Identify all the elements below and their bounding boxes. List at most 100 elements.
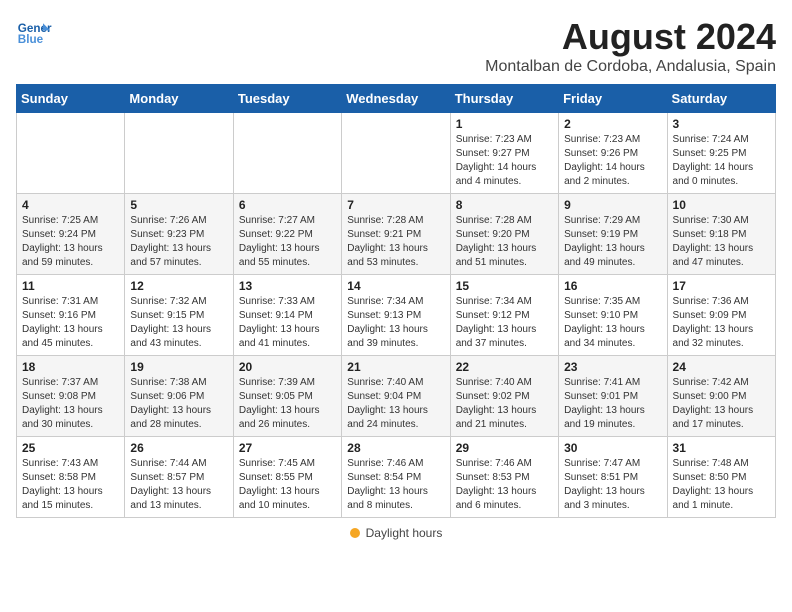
- day-info: Sunrise: 7:30 AM Sunset: 9:18 PM Dayligh…: [673, 214, 770, 270]
- calendar-cell: 26 Sunrise: 7:44 AM Sunset: 8:57 PM Dayli…: [125, 437, 233, 518]
- day-number: 16: [564, 279, 661, 293]
- calendar-week-3: 11Sunrise: 7:31 AM Sunset: 9:16 PM Dayli…: [17, 275, 776, 356]
- day-info: Sunrise: 7:34 AM Sunset: 9:13 PM Dayligh…: [347, 295, 444, 351]
- calendar-cell: 16 Sunrise: 7:35 AM Sunset: 9:10 PM Dayli…: [559, 275, 667, 356]
- day-info: Sunrise: 7:40 AM Sunset: 9:02 PM Dayligh…: [456, 376, 553, 432]
- calendar-week-5: 25Sunrise: 7:43 AM Sunset: 8:58 PM Dayli…: [17, 437, 776, 518]
- daylight-legend-item: Daylight hours: [350, 526, 443, 540]
- calendar-cell: 7 Sunrise: 7:28 AM Sunset: 9:21 PM Daylig…: [342, 194, 450, 275]
- calendar-cell: 17 Sunrise: 7:36 AM Sunset: 9:09 PM Dayli…: [667, 275, 775, 356]
- calendar-cell: 14Sunrise: 7:34 AM Sunset: 9:13 PM Dayli…: [342, 275, 450, 356]
- day-info: Sunrise: 7:28 AM Sunset: 9:21 PM Dayligh…: [347, 214, 444, 270]
- calendar-cell: 30Sunrise: 7:47 AM Sunset: 8:51 PM Dayli…: [559, 437, 667, 518]
- day-info: Sunrise: 7:42 AM Sunset: 9:00 PM Dayligh…: [673, 376, 770, 432]
- day-number: 18: [22, 360, 119, 374]
- calendar-header-row: SundayMondayTuesdayWednesdayThursdayFrid…: [17, 85, 776, 113]
- day-info: Sunrise: 7:32 AM Sunset: 9:15 PM Dayligh…: [130, 295, 227, 351]
- calendar-cell: 2Sunrise: 7:23 AM Sunset: 9:26 PM Daylig…: [559, 113, 667, 194]
- day-info: Sunrise: 7:44 AM Sunset: 8:57 PM Dayligh…: [130, 457, 227, 513]
- day-info: Sunrise: 7:29 AM Sunset: 9:19 PM Dayligh…: [564, 214, 661, 270]
- day-info: Sunrise: 7:40 AM Sunset: 9:04 PM Dayligh…: [347, 376, 444, 432]
- day-number: 19: [130, 360, 227, 374]
- day-number: 13: [239, 279, 336, 293]
- day-number: 24: [673, 360, 770, 374]
- day-info: Sunrise: 7:25 AM Sunset: 9:24 PM Dayligh…: [22, 214, 119, 270]
- calendar-body: 1 Sunrise: 7:23 AM Sunset: 9:27 PM Daylig…: [17, 113, 776, 518]
- calendar-cell: [233, 113, 341, 194]
- day-info: Sunrise: 7:48 AM Sunset: 8:50 PM Dayligh…: [673, 457, 770, 513]
- calendar-week-1: 1 Sunrise: 7:23 AM Sunset: 9:27 PM Daylig…: [17, 113, 776, 194]
- calendar-cell: 8 Sunrise: 7:28 AM Sunset: 9:20 PM Daylig…: [450, 194, 558, 275]
- calendar-cell: 6 Sunrise: 7:27 AM Sunset: 9:22 PM Daylig…: [233, 194, 341, 275]
- calendar-cell: 13Sunrise: 7:33 AM Sunset: 9:14 PM Dayli…: [233, 275, 341, 356]
- calendar-header-sunday: Sunday: [17, 85, 125, 113]
- calendar-header-monday: Monday: [125, 85, 233, 113]
- calendar-cell: 9 Sunrise: 7:29 AM Sunset: 9:19 PM Daylig…: [559, 194, 667, 275]
- calendar-week-4: 18Sunrise: 7:37 AM Sunset: 9:08 PM Dayli…: [17, 356, 776, 437]
- main-title: August 2024: [485, 16, 776, 58]
- day-info: Sunrise: 7:41 AM Sunset: 9:01 PM Dayligh…: [564, 376, 661, 432]
- calendar-cell: 5 Sunrise: 7:26 AM Sunset: 9:23 PM Daylig…: [125, 194, 233, 275]
- calendar-cell: 12 Sunrise: 7:32 AM Sunset: 9:15 PM Dayli…: [125, 275, 233, 356]
- day-number: 7: [347, 198, 444, 212]
- calendar-cell: [17, 113, 125, 194]
- day-number: 29: [456, 441, 553, 455]
- day-number: 17: [673, 279, 770, 293]
- calendar-cell: 21Sunrise: 7:40 AM Sunset: 9:04 PM Dayli…: [342, 356, 450, 437]
- day-number: 6: [239, 198, 336, 212]
- calendar-header-wednesday: Wednesday: [342, 85, 450, 113]
- day-info: Sunrise: 7:34 AM Sunset: 9:12 PM Dayligh…: [456, 295, 553, 351]
- calendar-cell: [125, 113, 233, 194]
- day-info: Sunrise: 7:31 AM Sunset: 9:16 PM Dayligh…: [22, 295, 119, 351]
- day-info: Sunrise: 7:46 AM Sunset: 8:54 PM Dayligh…: [347, 457, 444, 513]
- day-info: Sunrise: 7:28 AM Sunset: 9:20 PM Dayligh…: [456, 214, 553, 270]
- day-number: 8: [456, 198, 553, 212]
- day-number: 2: [564, 117, 661, 131]
- day-info: Sunrise: 7:23 AM Sunset: 9:27 PM Dayligh…: [456, 133, 553, 189]
- svg-text:Blue: Blue: [18, 33, 44, 46]
- day-number: 12: [130, 279, 227, 293]
- day-number: 5: [130, 198, 227, 212]
- calendar-cell: 3Sunrise: 7:24 AM Sunset: 9:25 PM Daylig…: [667, 113, 775, 194]
- calendar-cell: 11Sunrise: 7:31 AM Sunset: 9:16 PM Dayli…: [17, 275, 125, 356]
- day-number: 31: [673, 441, 770, 455]
- subtitle: Montalban de Cordoba, Andalusia, Spain: [485, 58, 776, 76]
- calendar-cell: 29 Sunrise: 7:46 AM Sunset: 8:53 PM Dayli…: [450, 437, 558, 518]
- day-number: 15: [456, 279, 553, 293]
- calendar-header-thursday: Thursday: [450, 85, 558, 113]
- calendar-cell: [342, 113, 450, 194]
- calendar-cell: 24 Sunrise: 7:42 AM Sunset: 9:00 PM Dayli…: [667, 356, 775, 437]
- legend: Daylight hours: [16, 526, 776, 540]
- calendar-cell: 20Sunrise: 7:39 AM Sunset: 9:05 PM Dayli…: [233, 356, 341, 437]
- calendar-header-friday: Friday: [559, 85, 667, 113]
- day-number: 10: [673, 198, 770, 212]
- day-number: 30: [564, 441, 661, 455]
- day-info: Sunrise: 7:36 AM Sunset: 9:09 PM Dayligh…: [673, 295, 770, 351]
- calendar-cell: 27Sunrise: 7:45 AM Sunset: 8:55 PM Dayli…: [233, 437, 341, 518]
- day-info: Sunrise: 7:45 AM Sunset: 8:55 PM Dayligh…: [239, 457, 336, 513]
- day-info: Sunrise: 7:26 AM Sunset: 9:23 PM Dayligh…: [130, 214, 227, 270]
- calendar-cell: 15 Sunrise: 7:34 AM Sunset: 9:12 PM Dayli…: [450, 275, 558, 356]
- day-info: Sunrise: 7:38 AM Sunset: 9:06 PM Dayligh…: [130, 376, 227, 432]
- calendar-cell: 10 Sunrise: 7:30 AM Sunset: 9:18 PM Dayli…: [667, 194, 775, 275]
- day-info: Sunrise: 7:43 AM Sunset: 8:58 PM Dayligh…: [22, 457, 119, 513]
- calendar-cell: 4 Sunrise: 7:25 AM Sunset: 9:24 PM Daylig…: [17, 194, 125, 275]
- calendar-week-2: 4 Sunrise: 7:25 AM Sunset: 9:24 PM Daylig…: [17, 194, 776, 275]
- day-info: Sunrise: 7:39 AM Sunset: 9:05 PM Dayligh…: [239, 376, 336, 432]
- calendar-cell: 23 Sunrise: 7:41 AM Sunset: 9:01 PM Dayli…: [559, 356, 667, 437]
- day-number: 9: [564, 198, 661, 212]
- title-block: August 2024 Montalban de Cordoba, Andalu…: [485, 16, 776, 76]
- day-info: Sunrise: 7:27 AM Sunset: 9:22 PM Dayligh…: [239, 214, 336, 270]
- day-number: 4: [22, 198, 119, 212]
- day-number: 1: [456, 117, 553, 131]
- day-number: 26: [130, 441, 227, 455]
- logo: General Blue: [16, 16, 52, 52]
- calendar-header-tuesday: Tuesday: [233, 85, 341, 113]
- day-number: 23: [564, 360, 661, 374]
- calendar-cell: 25Sunrise: 7:43 AM Sunset: 8:58 PM Dayli…: [17, 437, 125, 518]
- calendar-cell: 1 Sunrise: 7:23 AM Sunset: 9:27 PM Daylig…: [450, 113, 558, 194]
- day-info: Sunrise: 7:35 AM Sunset: 9:10 PM Dayligh…: [564, 295, 661, 351]
- day-number: 28: [347, 441, 444, 455]
- day-info: Sunrise: 7:46 AM Sunset: 8:53 PM Dayligh…: [456, 457, 553, 513]
- calendar-table: SundayMondayTuesdayWednesdayThursdayFrid…: [16, 84, 776, 518]
